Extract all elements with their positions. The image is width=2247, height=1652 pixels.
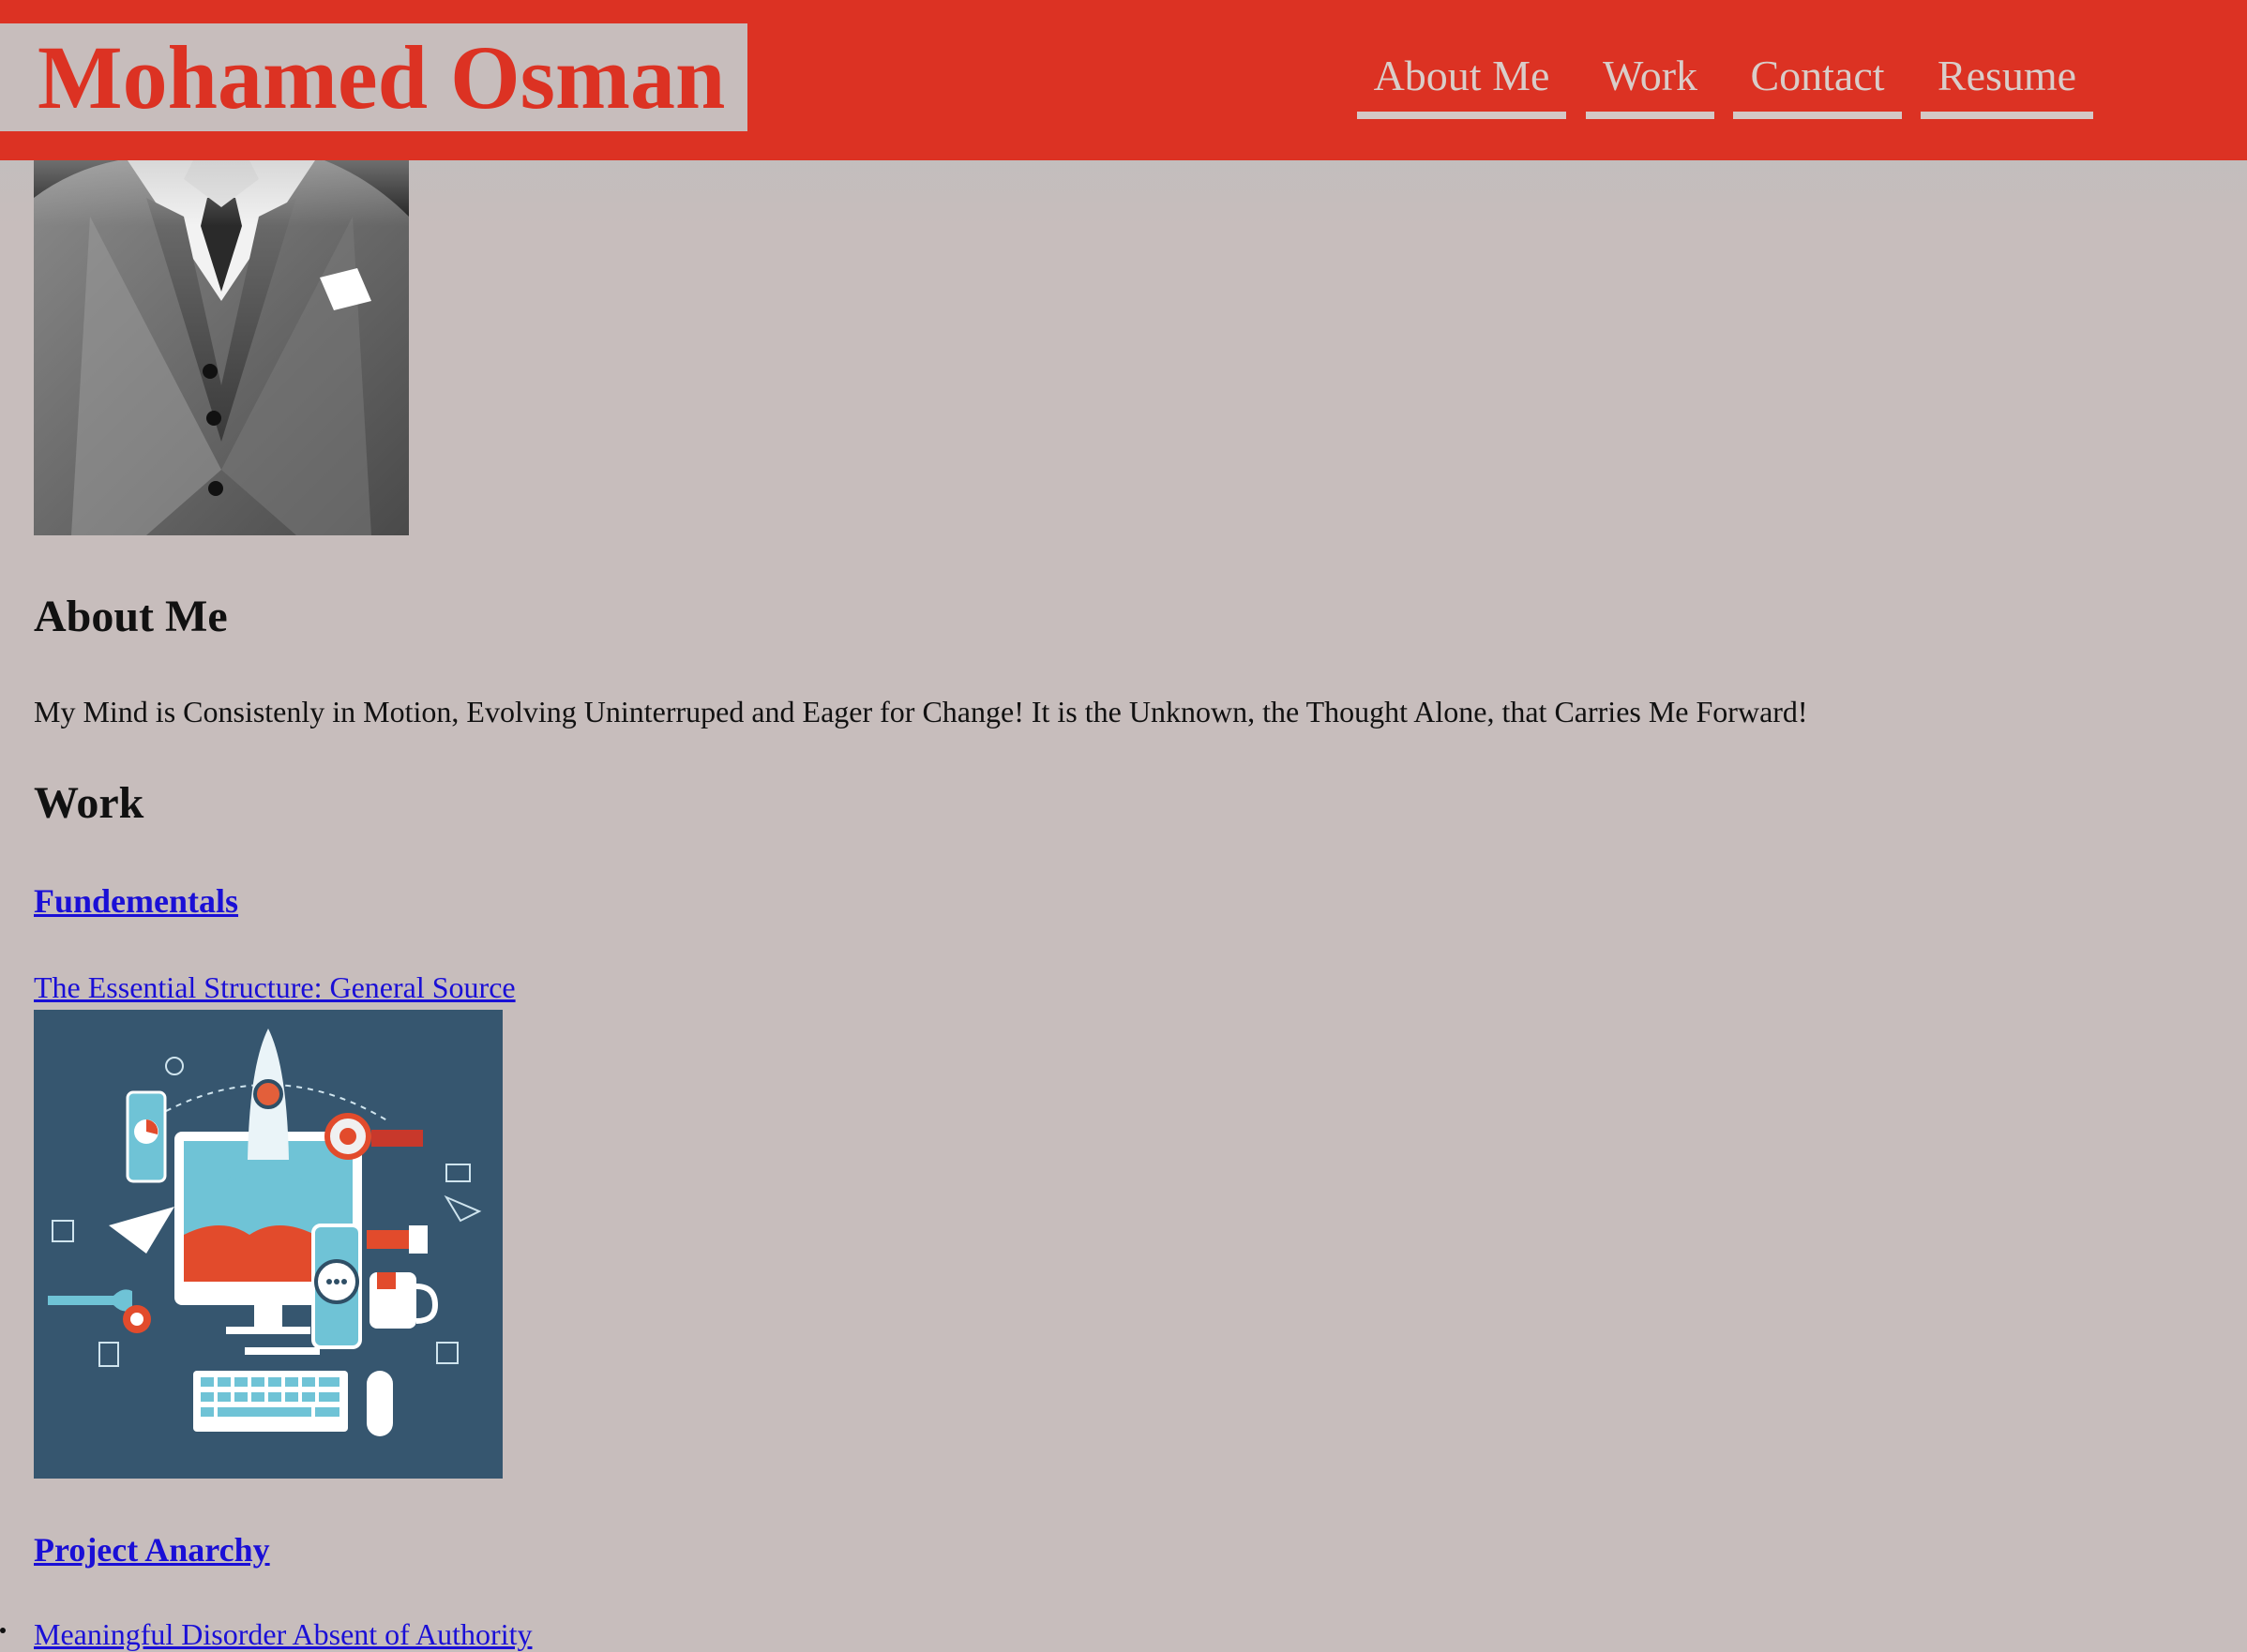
project-link-fundementals[interactable]: The Essential Structure: General Source — [34, 970, 516, 1005]
project-title-fundementals[interactable]: Fundementals — [34, 881, 238, 921]
site-title[interactable]: Mohamed Osman — [0, 23, 747, 131]
header-shadow — [0, 160, 2247, 226]
project-illustration[interactable] — [34, 1010, 503, 1479]
list-bullet — [0, 1628, 6, 1633]
site-header: Mohamed Osman About Me Work Contact Resu… — [0, 0, 2247, 160]
project-title-anarchy[interactable]: Project Anarchy — [34, 1530, 270, 1569]
work-heading: Work — [34, 778, 144, 828]
nav-work[interactable]: Work — [1586, 47, 1714, 119]
about-heading: About Me — [34, 592, 228, 641]
about-text: My Mind is Consistenly in Motion, Evolvi… — [34, 695, 1808, 728]
nav-about-me[interactable]: About Me — [1357, 47, 1566, 119]
tech-illustration — [34, 1010, 503, 1479]
nav-contact[interactable]: Contact — [1733, 47, 1902, 119]
project-link-anarchy[interactable]: Meaningful Disorder Absent of Authority — [34, 1617, 532, 1652]
nav-resume[interactable]: Resume — [1921, 47, 2093, 119]
